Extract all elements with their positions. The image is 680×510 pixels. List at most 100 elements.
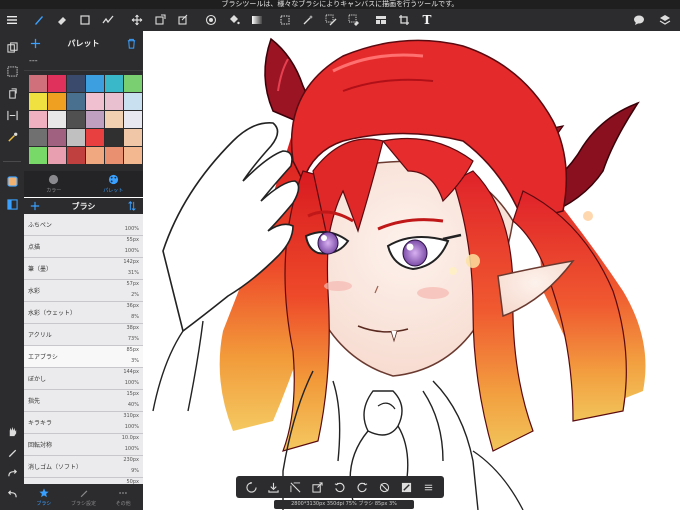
brush-tool-button[interactable] <box>30 11 48 29</box>
palette-swatch[interactable] <box>105 111 123 128</box>
palette-swatch[interactable] <box>48 147 66 164</box>
palette-swatch[interactable] <box>67 93 85 110</box>
undo-button[interactable] <box>4 486 20 502</box>
palette-swatch[interactable] <box>29 93 47 110</box>
palette-swatch[interactable] <box>67 147 85 164</box>
brush-item[interactable]: エアブラシ 85px 3% <box>24 346 143 368</box>
brush-list: ふちペン 100% 点描 55px 100% 筆（墨） 142px 31% 水彩 57px 2% 水彩… <box>24 214 143 500</box>
palette-swatch[interactable] <box>67 75 85 92</box>
palette-swatch[interactable] <box>86 129 104 146</box>
smudge-tool-button[interactable] <box>99 11 117 29</box>
selection-eraser-icon <box>348 14 359 26</box>
layout-icon <box>376 16 386 24</box>
add-brush-icon[interactable] <box>30 201 40 211</box>
palette-name[interactable]: --- <box>24 55 143 71</box>
tab-color[interactable]: カラー <box>24 171 84 197</box>
fill-tool-button[interactable] <box>202 11 220 29</box>
palette-swatch[interactable] <box>86 111 104 128</box>
palette-swatch[interactable] <box>67 111 85 128</box>
gradient-tool-button[interactable] <box>248 11 266 29</box>
crop-tool-button[interactable] <box>174 11 192 29</box>
bottom-menu-button[interactable] <box>421 479 437 495</box>
bottom-toolbar <box>236 476 444 498</box>
eyedropper-button[interactable] <box>4 129 20 145</box>
move-tool-button[interactable] <box>128 11 146 29</box>
tab-brush[interactable]: ブラシ <box>24 484 64 510</box>
selection-pen-tool-button[interactable] <box>322 11 340 29</box>
tab-palette[interactable]: パレット <box>84 171 144 197</box>
palette-swatch[interactable] <box>67 129 85 146</box>
menu-button[interactable] <box>3 11 21 29</box>
drawing-canvas[interactable] <box>143 31 680 510</box>
rotate-right-button[interactable] <box>354 479 370 495</box>
import-button[interactable] <box>265 479 281 495</box>
brush-item[interactable]: 指先 15px 40% <box>24 390 143 412</box>
palette-swatch[interactable] <box>86 75 104 92</box>
brush-item[interactable]: 水彩（ウェット） 36px 8% <box>24 302 143 324</box>
layers-button[interactable] <box>656 11 674 29</box>
copy-layer-button[interactable] <box>4 39 20 55</box>
panel-toggle-button[interactable] <box>4 196 20 212</box>
palette-swatch[interactable] <box>105 129 123 146</box>
layout-tool-button[interactable] <box>372 11 390 29</box>
palette-swatch[interactable] <box>124 129 142 146</box>
brush-item[interactable]: 筆（墨） 142px 31% <box>24 258 143 280</box>
rectangle-tool-button[interactable] <box>76 11 94 29</box>
selection-eraser-tool-button[interactable] <box>345 11 363 29</box>
redo-button[interactable] <box>4 465 20 481</box>
rotate-left-button[interactable] <box>332 479 348 495</box>
palette-swatch[interactable] <box>29 111 47 128</box>
brush-item[interactable]: キラキラ 310px 100% <box>24 412 143 434</box>
flip-off-button[interactable] <box>376 479 392 495</box>
snap-button[interactable] <box>4 107 20 123</box>
select-rect-button[interactable] <box>4 63 20 79</box>
text-tool-button[interactable]: T <box>418 11 436 29</box>
grid-off-button[interactable] <box>288 479 304 495</box>
export-button[interactable] <box>310 479 326 495</box>
brush-item[interactable]: アクリル 38px 73% <box>24 324 143 346</box>
brush-item[interactable]: 水彩 57px 2% <box>24 280 143 302</box>
hand-button[interactable] <box>4 423 20 439</box>
palette-swatch[interactable] <box>48 93 66 110</box>
palette-swatch[interactable] <box>105 75 123 92</box>
palette-swatch[interactable] <box>48 75 66 92</box>
palette-swatch[interactable] <box>124 111 142 128</box>
palette-swatch[interactable] <box>29 129 47 146</box>
palette-swatch[interactable] <box>124 75 142 92</box>
palette-swatch[interactable] <box>124 93 142 110</box>
sort-icon[interactable] <box>127 201 137 211</box>
palette-swatch[interactable] <box>86 147 104 164</box>
brush-item[interactable]: ぼかし 144px 100% <box>24 368 143 390</box>
palette-swatch[interactable] <box>86 93 104 110</box>
palette-swatch[interactable] <box>48 111 66 128</box>
snap-toggle-button[interactable] <box>399 479 415 495</box>
bucket-tool-button[interactable] <box>225 11 243 29</box>
selection-tool-button[interactable] <box>276 11 294 29</box>
chat-button[interactable] <box>630 11 648 29</box>
palette-swatch[interactable] <box>105 93 123 110</box>
color-button[interactable] <box>4 173 20 189</box>
brush-item[interactable]: ふちペン 100% <box>24 214 143 236</box>
transform-tool-button[interactable] <box>151 11 169 29</box>
rotate-button[interactable] <box>243 479 259 495</box>
pencil-button[interactable] <box>4 444 20 460</box>
magic-wand-tool-button[interactable] <box>299 11 317 29</box>
add-palette-icon[interactable] <box>30 38 41 49</box>
tab-palette-label: パレット <box>103 188 124 194</box>
tab-brush-settings[interactable]: ブラシ設定 <box>64 484 104 510</box>
eraser-tool-button[interactable] <box>53 11 71 29</box>
crop-select-tool-button[interactable] <box>395 11 413 29</box>
brush-item[interactable]: 点描 55px 100% <box>24 236 143 258</box>
brush-item[interactable]: 回転対称 10.0px 100% <box>24 434 143 456</box>
palette-swatch[interactable] <box>48 129 66 146</box>
trash-icon[interactable] <box>126 38 137 49</box>
flip-button[interactable] <box>4 85 20 101</box>
smudge-icon <box>102 15 114 24</box>
hand-icon <box>9 426 16 436</box>
tab-more[interactable]: その他 <box>103 484 143 510</box>
brush-item[interactable]: 消しゴム（ソフト） 230px 9% <box>24 456 143 478</box>
palette-swatch[interactable] <box>29 147 47 164</box>
palette-swatch[interactable] <box>124 147 142 164</box>
palette-swatch[interactable] <box>105 147 123 164</box>
palette-swatch[interactable] <box>29 75 47 92</box>
